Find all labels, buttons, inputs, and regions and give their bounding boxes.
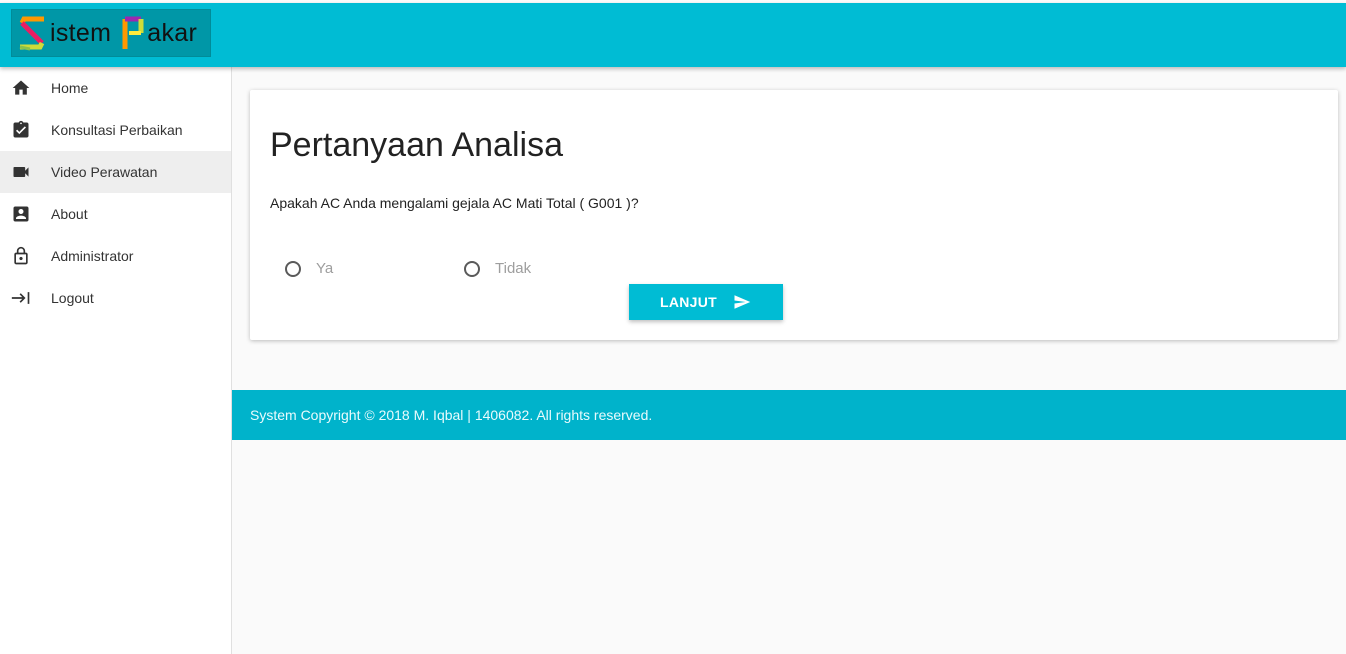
radio-option-tidak[interactable]: Tidak bbox=[464, 260, 531, 277]
sidebar-item-home[interactable]: Home bbox=[0, 67, 231, 109]
sidebar-item-label: About bbox=[51, 206, 88, 222]
radio-button[interactable] bbox=[464, 260, 480, 277]
radio-label: Tidak bbox=[495, 260, 532, 277]
account-box-icon bbox=[10, 203, 32, 225]
send-icon bbox=[732, 293, 752, 311]
logo-text-sistem: istem bbox=[50, 18, 112, 47]
radio-button[interactable] bbox=[285, 260, 301, 277]
copyright-text: System Copyright © 2018 M. Iqbal | 14060… bbox=[250, 407, 653, 423]
home-icon bbox=[10, 77, 32, 99]
logo-p-mark-icon bbox=[122, 16, 144, 49]
page-title: Pertanyaan Analisa bbox=[270, 126, 563, 164]
lanjut-button-label: LANJUT bbox=[659, 294, 718, 310]
top-app-bar: istem akar bbox=[0, 3, 1346, 67]
logout-arrow-icon bbox=[10, 287, 32, 309]
sidebar-item-konsultasi-perbaikan[interactable]: Konsultasi Perbaikan bbox=[0, 109, 231, 151]
sidebar-item-video-perawatan[interactable]: Video Perawatan bbox=[0, 151, 231, 193]
analysis-question-card: Pertanyaan Analisa Apakah AC Anda mengal… bbox=[250, 90, 1338, 340]
clipboard-check-icon bbox=[10, 119, 32, 141]
sidebar-item-label: Konsultasi Perbaikan bbox=[51, 122, 183, 138]
sidebar-item-label: Video Perawatan bbox=[51, 164, 158, 180]
logo[interactable]: istem akar bbox=[11, 9, 211, 57]
question-text: Apakah AC Anda mengalami gejala AC Mati … bbox=[270, 195, 639, 211]
sidebar-item-logout[interactable]: Logout bbox=[0, 277, 231, 319]
sidebar-item-label: Administrator bbox=[51, 248, 134, 264]
sidebar-nav: Home Konsultasi Perbaikan Video Perawata… bbox=[0, 67, 232, 654]
lanjut-button[interactable]: LANJUT bbox=[629, 284, 783, 320]
radio-label: Ya bbox=[316, 260, 334, 277]
sidebar-item-administrator[interactable]: Administrator bbox=[0, 235, 231, 277]
lock-icon bbox=[10, 245, 32, 267]
sidebar-item-label: Home bbox=[51, 80, 89, 96]
page-footer: System Copyright © 2018 M. Iqbal | 14060… bbox=[232, 390, 1346, 440]
logo-s-mark-icon bbox=[19, 16, 45, 51]
sidebar-item-about[interactable]: About bbox=[0, 193, 231, 235]
logo-text-pakar: akar bbox=[147, 18, 198, 47]
video-camera-icon bbox=[10, 161, 32, 183]
sidebar-item-label: Logout bbox=[51, 290, 94, 306]
radio-option-ya[interactable]: Ya bbox=[285, 260, 333, 277]
